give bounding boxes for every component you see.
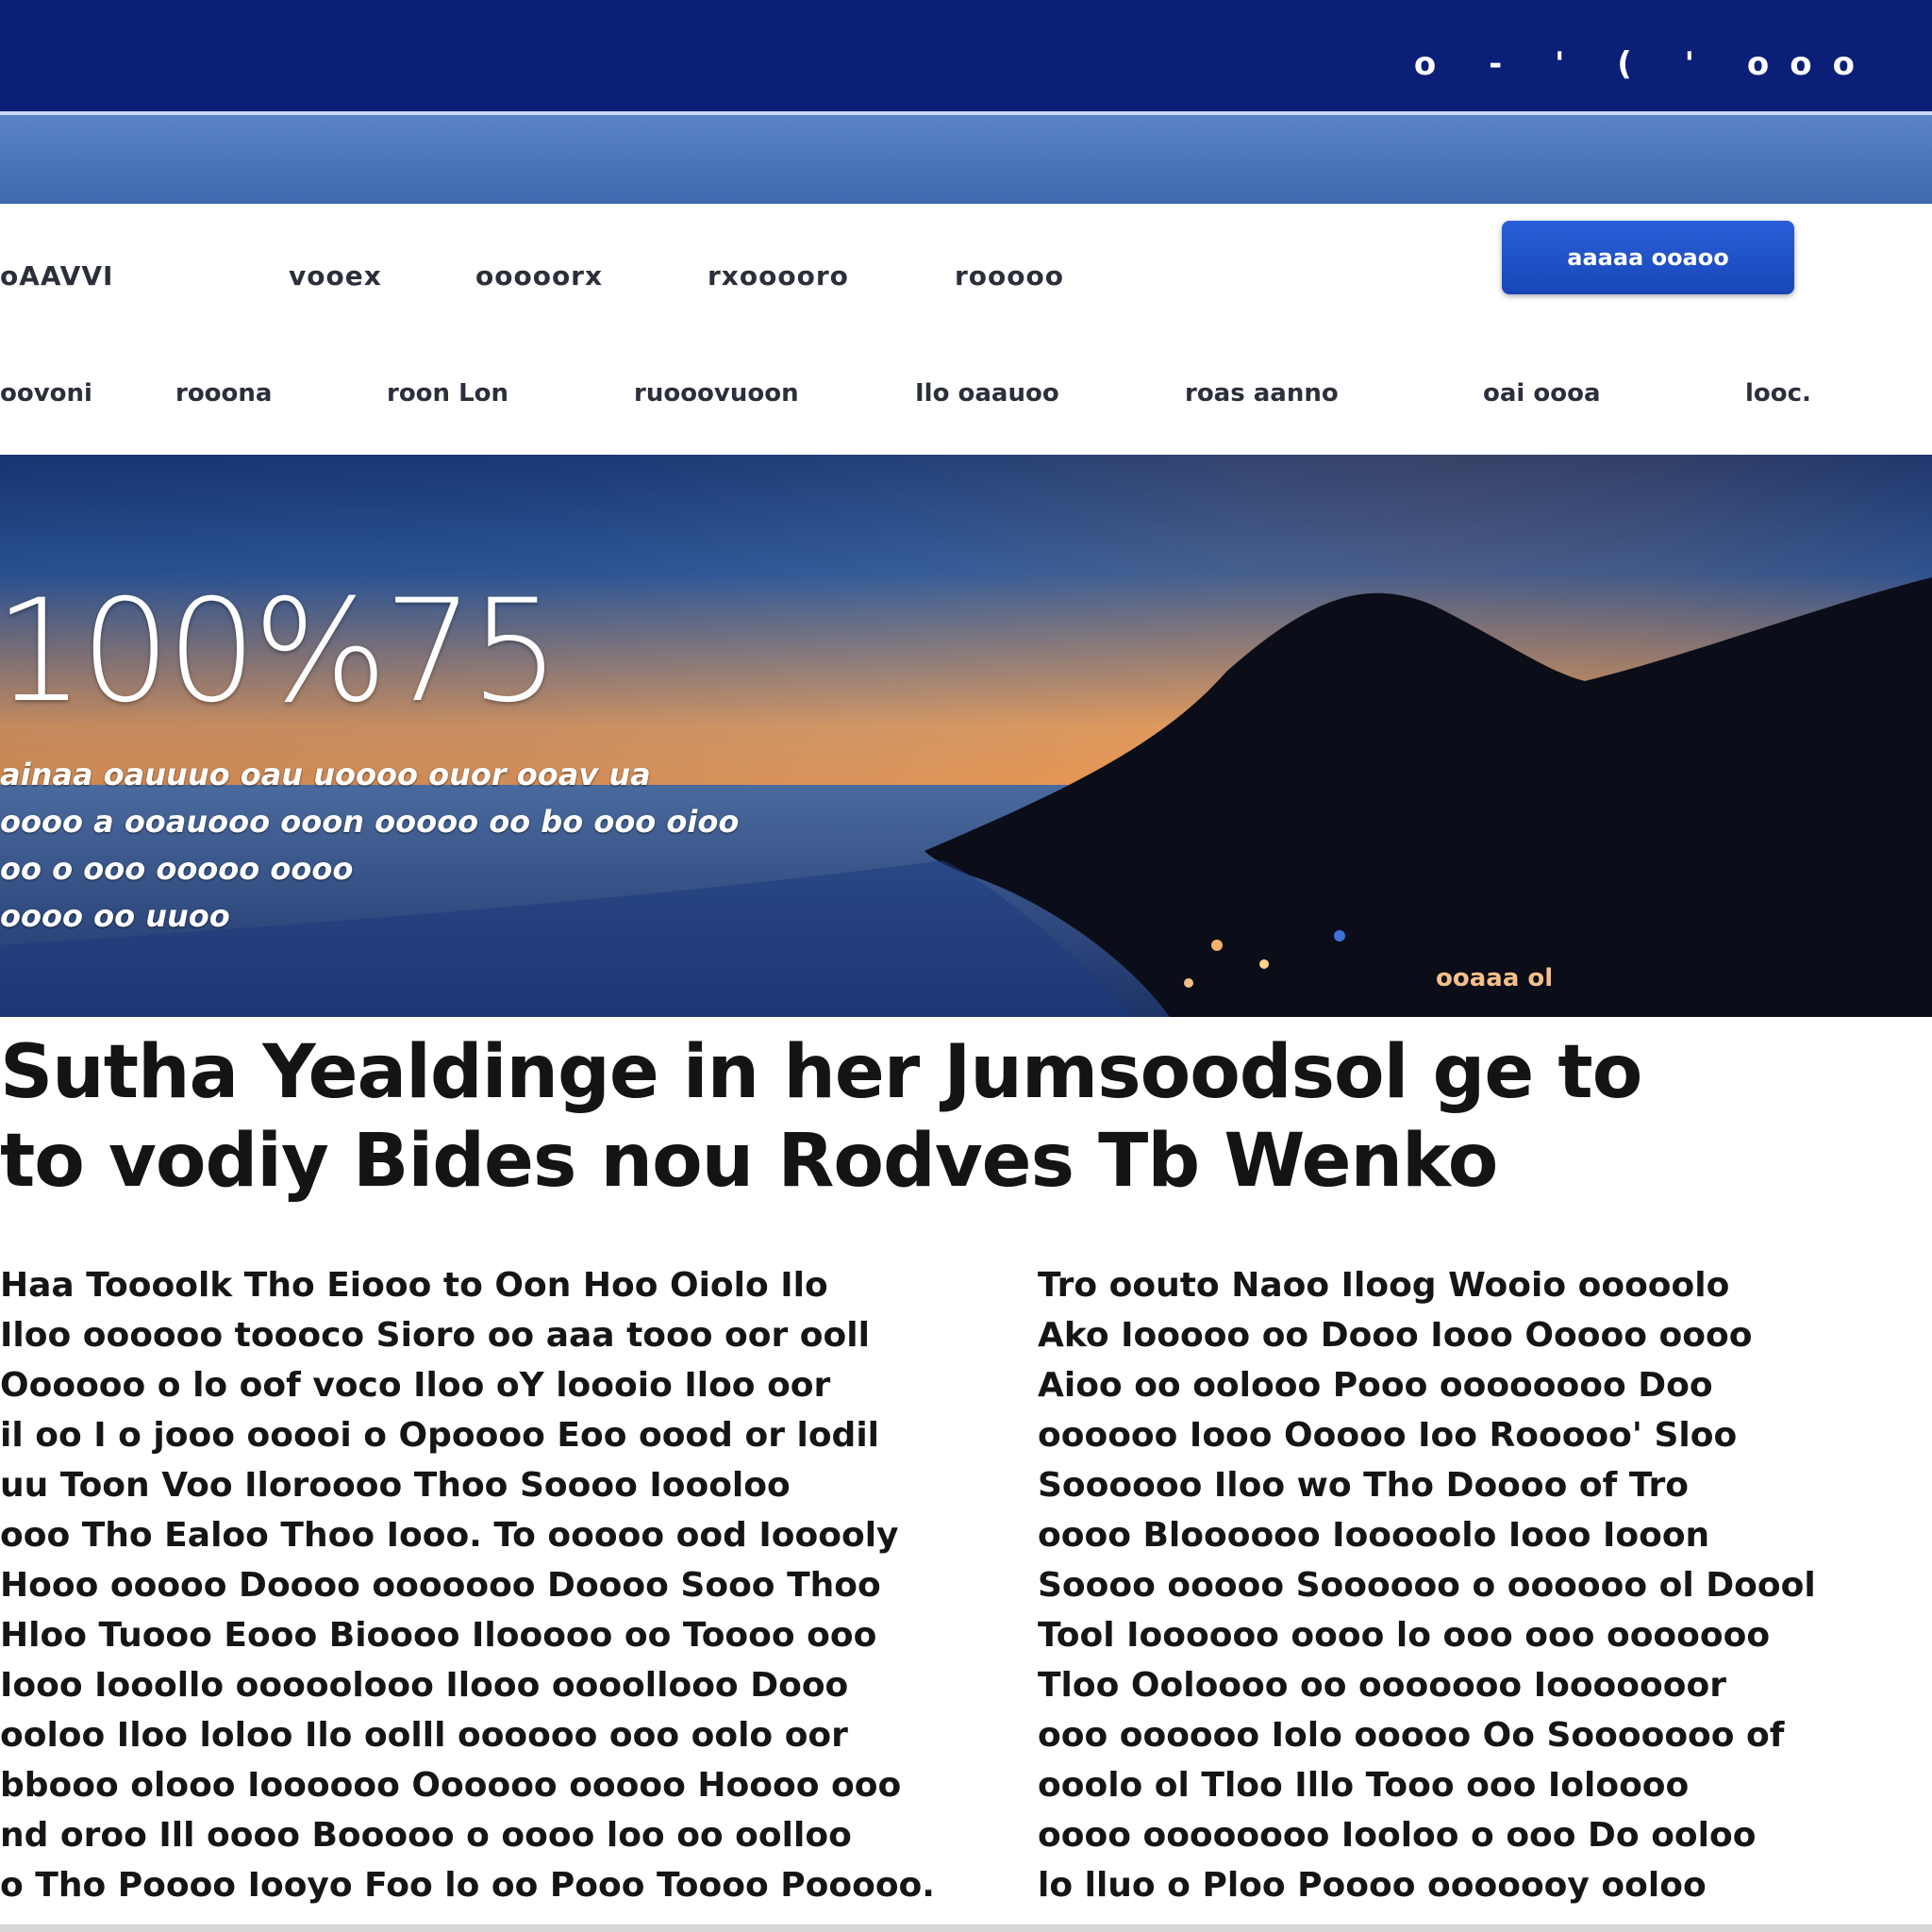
body-line: ooo Tho Ealoo Thoo Iooo. To ooooo ood Io…	[0, 1516, 899, 1555]
primary-nav-item[interactable]: vooex	[289, 260, 382, 291]
body-line: oooooo Iooo Ooooo Ioo Rooooo' Sloo	[1038, 1416, 1738, 1455]
body-line: Oooooo o lo oof voco Iloo oY loooio Iloo…	[0, 1366, 831, 1405]
hero-landscape	[0, 577, 1932, 1017]
headline-line: Sutha Yealdinge in her Jumsoodsol ge to	[0, 1030, 1642, 1115]
body-line: Tool Ioooooo oooo lo ooo ooo ooooooo	[1038, 1616, 1771, 1655]
primary-nav-item[interactable]: rxooooro	[708, 260, 849, 291]
body-column-left: Haa Toooolk Tho Eiooo to Oon Hoo Oiolo I…	[0, 1260, 1009, 1910]
body-column-right: Tro oouto Naoo Iloog Wooio ooooolo Ako I…	[1038, 1260, 1868, 1910]
body-line: Iooo Iooollo ooooolooo Ilooo oooollooo D…	[0, 1666, 849, 1705]
body-line: Iloo oooooo toooco Sioro oo aaa tooo oor…	[0, 1316, 870, 1355]
body-line: Hloo Tuooo Eooo Bioooo Ilooooo oo Toooo …	[0, 1616, 877, 1655]
navigation: oAAVVI vooex ooooorx rxooooro rooooo aaa…	[0, 204, 1932, 453]
primary-nav-item[interactable]: rooooo	[955, 260, 1064, 291]
hero-light	[1184, 978, 1193, 988]
hero-text-line: ainaa oauuuo oau uoooo ouor ooav ua	[0, 757, 651, 792]
secondary-nav-item[interactable]: roon Lon	[387, 379, 508, 408]
top-bar: o - ' ( ' ooo	[0, 0, 1932, 111]
headline-line: to vodiy Bides nou Rodves Tb Wenko	[0, 1119, 1498, 1204]
hero-text-line: oooo oo uuoo	[0, 898, 230, 934]
body-line: o Tho Poooo Iooyo Foo lo oo Pooo Toooo P…	[0, 1866, 935, 1905]
article-headline: Sutha Yealdinge in her Jumsoodsol ge to …	[0, 1028, 1660, 1206]
hero-big-number: 100%75	[0, 570, 560, 734]
secondary-nav-item[interactable]: oovoni	[0, 379, 92, 408]
body-line: Soooo ooooo Soooooo o oooooo ol Doool	[1038, 1566, 1816, 1605]
body-line: ooloo Iloo loloo Ilo oolll oooooo ooo oo…	[0, 1716, 848, 1755]
hero-caption: ooaaa ol	[1436, 964, 1554, 992]
cta-button[interactable]: aaaaa ooaoo	[1502, 221, 1794, 294]
body-line: Soooooo Iloo wo Tho Doooo of Tro	[1038, 1466, 1689, 1505]
secondary-nav-item[interactable]: roas aanno	[1185, 379, 1339, 408]
body-line: oooo Bloooooo Iooooolo Iooo Iooon	[1038, 1516, 1710, 1555]
body-line: Haa Toooolk Tho Eiooo to Oon Hoo Oiolo I…	[0, 1266, 828, 1305]
body-line: oooo oooooooo Iooloo o ooo Do ooloo	[1038, 1816, 1757, 1855]
secondary-nav-item[interactable]: looc.	[1745, 379, 1811, 408]
hero-light	[1334, 930, 1345, 941]
body-line: lo lluo o Ploo Poooo ooooooy ooloo	[1038, 1866, 1707, 1905]
body-line: nd oroo Ill oooo Booooo o oooo loo oo oo…	[0, 1816, 852, 1855]
secondary-nav-item[interactable]: Ilo oaauoo	[915, 379, 1059, 408]
secondary-nav-item[interactable]: ruooovuoon	[634, 379, 799, 408]
hero-text-line: oooo a ooauooo ooon ooooo oo bo ooo oioo	[0, 804, 740, 840]
body-line: ooolo ol Tloo Illo Tooo ooo Ioloooo	[1038, 1766, 1690, 1805]
header-band	[0, 111, 1932, 208]
body-line: ooo oooooo Iolo ooooo Oo Sooooooo of	[1038, 1716, 1785, 1755]
body-line: Tro oouto Naoo Iloog Wooio ooooolo	[1038, 1266, 1730, 1305]
primary-nav-item[interactable]: oAAVVI	[0, 260, 113, 291]
body-line: Tloo Ooloooo oo ooooooo Iooooooor	[1038, 1666, 1726, 1705]
hero-light	[1211, 940, 1223, 951]
body-line: bbooo olooo Ioooooo Oooooo ooooo Hoooo o…	[0, 1766, 902, 1805]
top-bar-status: o - ' ( ' ooo	[1413, 45, 1875, 83]
body-line: Aioo oo oolooo Pooo oooooooo Doo	[1038, 1366, 1713, 1405]
hero-text-line: oo o ooo ooooo oooo	[0, 851, 354, 887]
body-line: il oo I o jooo ooooi o Opoooo Eoo oood o…	[0, 1416, 880, 1455]
bottom-divider	[0, 1924, 1932, 1932]
secondary-nav-item[interactable]: rooona	[175, 379, 272, 408]
body-line: Hooo ooooo Doooo ooooooo Doooo Sooo Thoo	[0, 1566, 881, 1605]
hero-banner: 100%75 ainaa oauuuo oau uoooo ouor ooav …	[0, 455, 1932, 1017]
secondary-nav-item[interactable]: oai oooa	[1483, 379, 1601, 408]
body-line: Ako Iooooo oo Dooo Iooo Ooooo oooo	[1038, 1316, 1753, 1355]
body-line: uu Toon Voo Iloroooo Thoo Soooo Ioooloo	[0, 1466, 791, 1505]
primary-nav-item[interactable]: ooooorx	[475, 260, 603, 291]
hero-light	[1259, 959, 1269, 969]
